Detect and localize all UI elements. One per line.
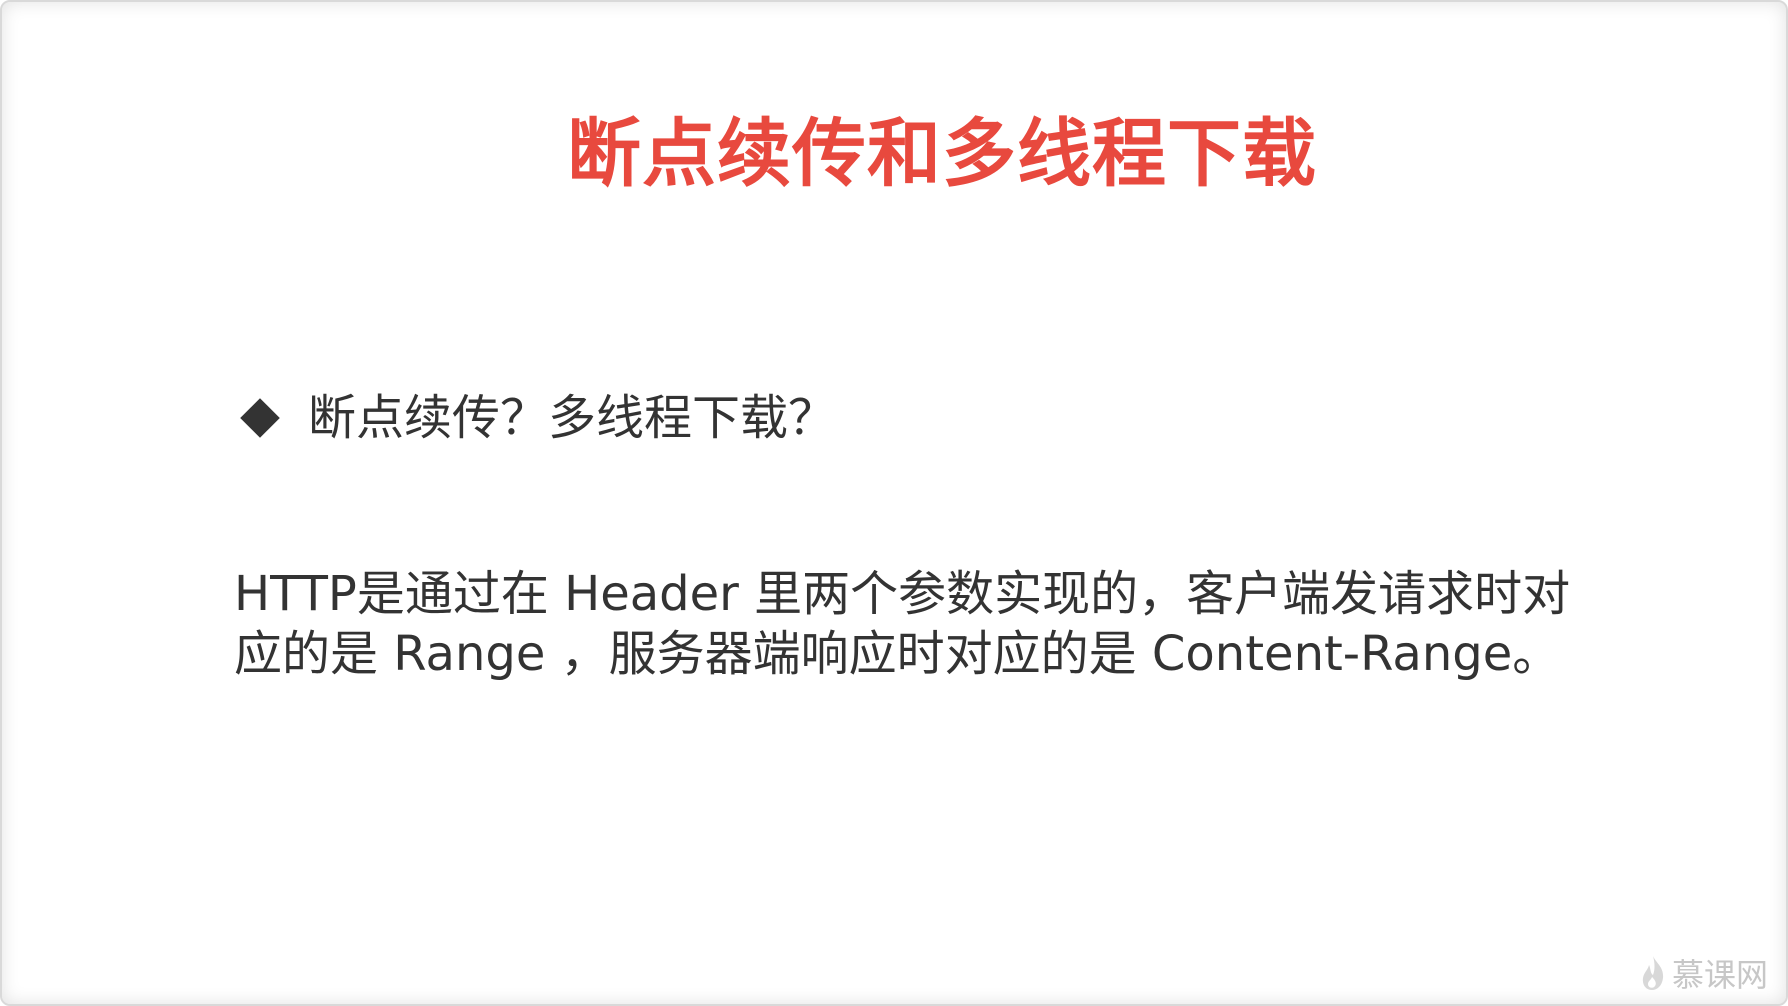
- flame-logo-icon: [1642, 956, 1664, 990]
- bullet-text: 断点续传？多线程下载？: [308, 390, 837, 446]
- bullet-item: 断点续传？多线程下载？: [238, 382, 836, 454]
- diamond-bullet-icon: [240, 398, 280, 438]
- watermark-logo: 慕课网: [1640, 950, 1768, 996]
- body-line-2: 应的是 Range ，服务器端响应时对应的是 Content-Range。: [234, 626, 1561, 682]
- slide-title: 断点续传和多线程下载: [567, 111, 1317, 197]
- watermark-text: 慕课网: [1671, 956, 1768, 994]
- body-line-1: HTTP是通过在 Header 里两个参数实现的，客户端发请求时对: [234, 566, 1571, 622]
- slide: 断点续传和多线程下载 断点续传？多线程下载？ HTTP是通过在 Header 里…: [0, 0, 1788, 1006]
- body-paragraph: HTTP是通过在 Header 里两个参数实现的，客户端发请求时对 应的是 Ra…: [234, 564, 1654, 684]
